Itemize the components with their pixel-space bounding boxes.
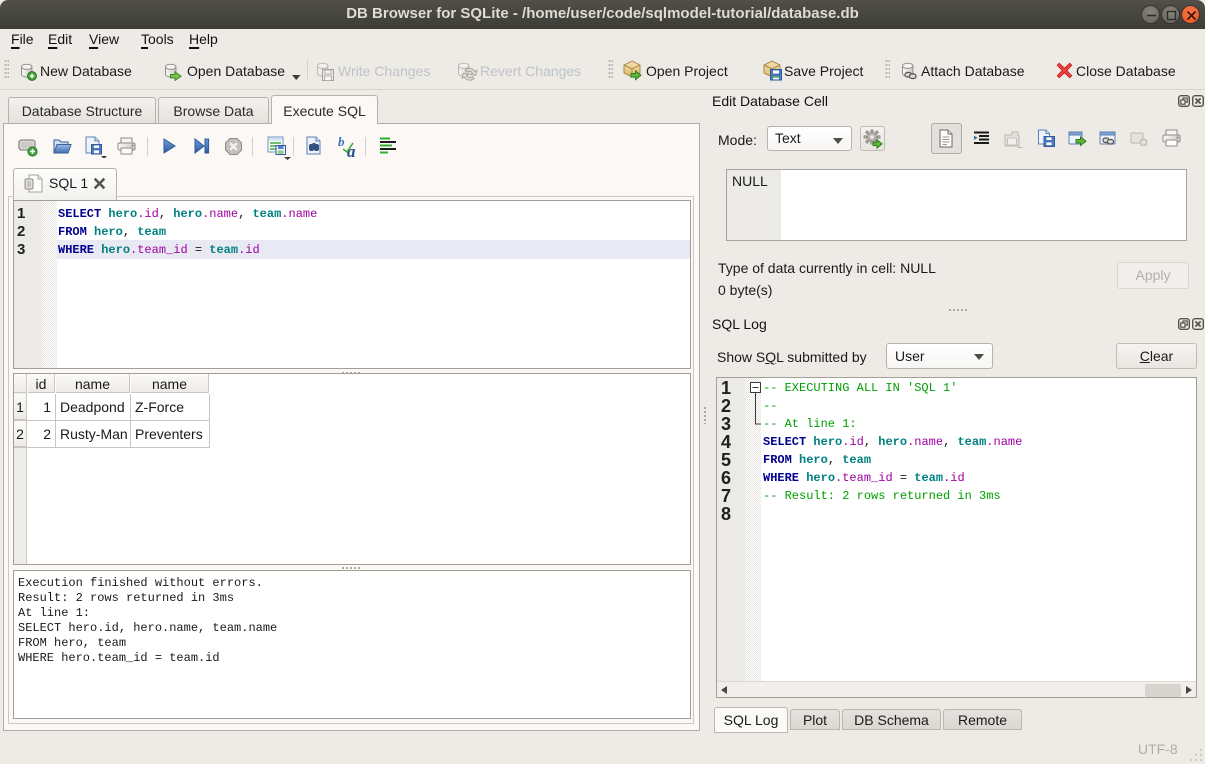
svg-text:b: b: [338, 135, 345, 149]
